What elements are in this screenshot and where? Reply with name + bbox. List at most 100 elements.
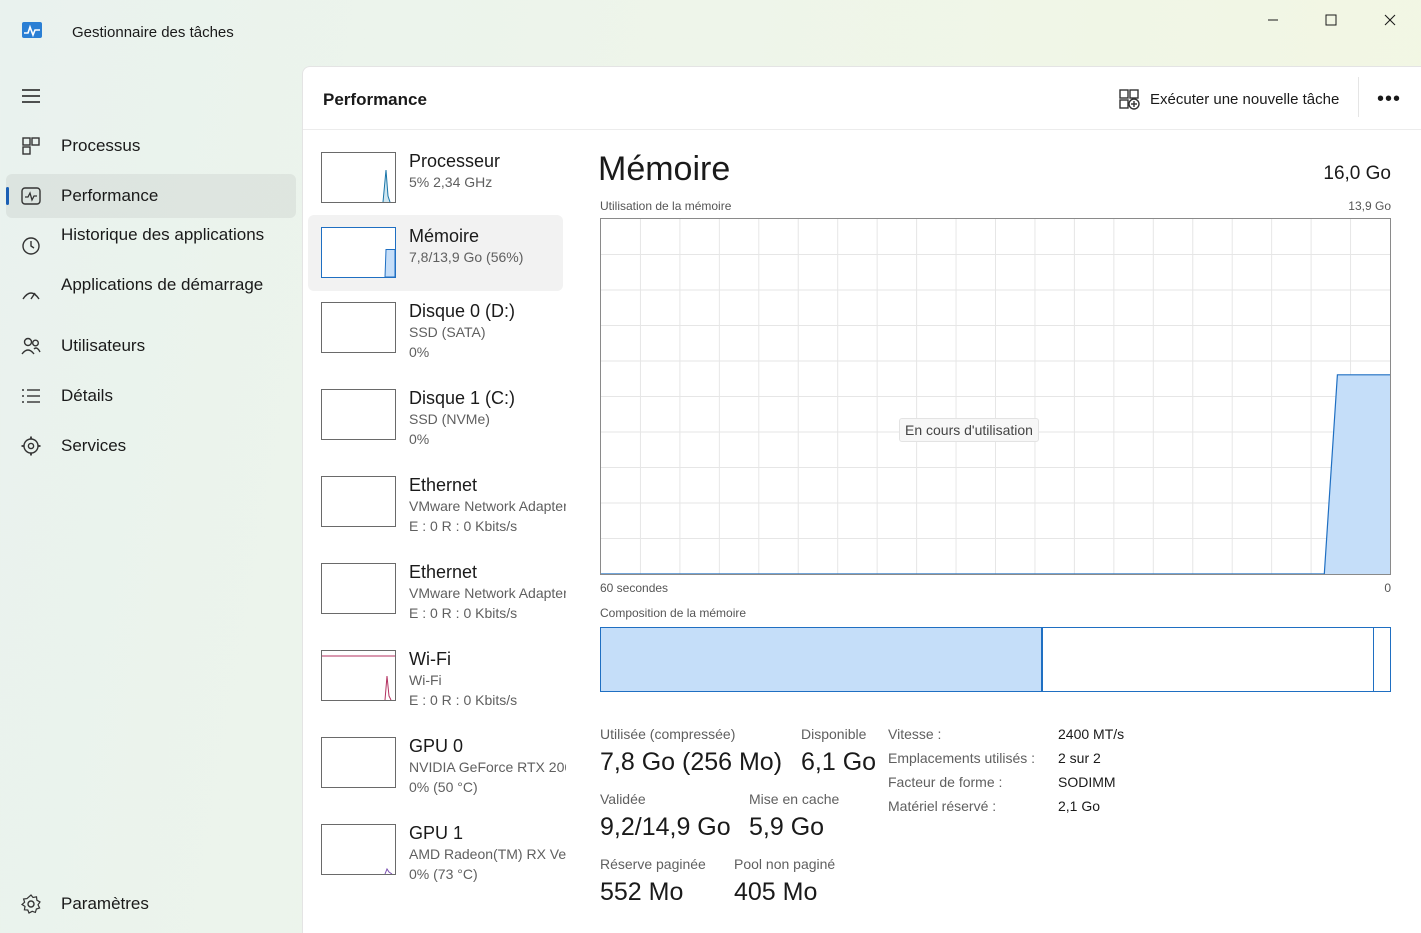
sidebar-item-parametres[interactable]: Paramètres bbox=[6, 882, 296, 926]
device-name: Disque 0 (D:) bbox=[409, 301, 516, 321]
sidebar-item-utilisateurs[interactable]: Utilisateurs bbox=[6, 324, 296, 368]
graph-axis-left: 60 secondes bbox=[600, 581, 669, 595]
device-item[interactable]: Processeur 5% 2,34 GHz bbox=[308, 140, 563, 216]
device-thumbnail-plot bbox=[322, 303, 395, 352]
device-item[interactable]: Wi-Fi Wi-Fi E : 0 R : 0 Kbits/s bbox=[308, 638, 563, 714]
device-detail: E : 0 R : 0 Kbits/s bbox=[409, 605, 518, 621]
sidebar-item-label: Paramètres bbox=[61, 894, 149, 913]
device-detail: 0% (50 °C) bbox=[409, 779, 478, 795]
device-item[interactable]: Disque 0 (D:) SSD (SATA) 0% bbox=[308, 290, 563, 366]
services-puzzle-icon bbox=[21, 436, 41, 456]
stat-available-label: Disponible bbox=[801, 726, 867, 742]
processes-grid-icon bbox=[22, 137, 40, 155]
task-manager-app-icon bbox=[22, 22, 42, 38]
device-thumbnail-graph bbox=[321, 152, 396, 203]
device-subtitle: SSD (SATA) bbox=[409, 324, 486, 340]
device-name: GPU 0 bbox=[409, 736, 464, 756]
users-icon bbox=[21, 337, 41, 355]
device-subtitle: AMD Radeon(TM) RX Vega bbox=[409, 846, 566, 862]
prop-reserved-label: Matériel réservé : bbox=[888, 798, 997, 814]
sidebar: Processus Performance Historique des app… bbox=[0, 64, 302, 933]
title-bar: Gestionnaire des tâches bbox=[0, 0, 1421, 64]
graph-tooltip: En cours d'utilisation bbox=[899, 418, 1039, 442]
device-item[interactable]: GPU 0 NVIDIA GeForce RTX 2060 0% (50 °C) bbox=[308, 725, 566, 801]
stat-paged-pool-value: 552 Mo bbox=[600, 878, 684, 906]
settings-gear-icon bbox=[21, 894, 41, 914]
device-detail: 0% bbox=[409, 431, 430, 447]
prop-form-factor-value: SODIMM bbox=[1058, 774, 1116, 790]
prop-speed-label: Vitesse : bbox=[888, 726, 942, 742]
sidebar-item-label: Applications de démarrage bbox=[61, 275, 264, 294]
composition-label: Composition de la mémoire bbox=[600, 606, 747, 620]
page-header: Performance Exécuter une nouvelle tâche … bbox=[303, 67, 1421, 130]
device-thumbnail-plot bbox=[322, 655, 395, 700]
device-subtitle: Wi-Fi bbox=[409, 672, 442, 688]
sidebar-item-label: Détails bbox=[61, 386, 113, 405]
stat-cached-label: Mise en cache bbox=[749, 791, 840, 807]
sidebar-item-details[interactable]: Détails bbox=[6, 374, 296, 418]
device-name: Wi-Fi bbox=[409, 649, 451, 669]
hamburger-menu-icon[interactable] bbox=[20, 84, 42, 108]
sidebar-item-historique[interactable]: Historique des applications bbox=[6, 224, 296, 268]
prop-form-factor-label: Facteur de forme : bbox=[888, 774, 1003, 790]
more-options-button[interactable]: ••• bbox=[1375, 85, 1403, 113]
memory-usage-chart bbox=[601, 219, 1390, 574]
device-thumbnail-plot bbox=[322, 564, 395, 613]
sidebar-item-label: Processus bbox=[61, 136, 141, 155]
maximize-button[interactable] bbox=[1311, 8, 1351, 32]
usage-graph-label: Utilisation de la mémoire bbox=[600, 199, 732, 213]
device-item[interactable]: Ethernet VMware Network Adapter E : 0 R : … bbox=[308, 551, 566, 627]
device-thumbnail-graph bbox=[321, 563, 396, 614]
stat-used-value: 7,8 Go (256 Mo) bbox=[600, 748, 783, 776]
minimize-button[interactable] bbox=[1253, 8, 1293, 32]
device-item[interactable]: Ethernet VMware Network Adapter E : 0 R : … bbox=[308, 464, 566, 540]
device-item[interactable]: Mémoire 7,8/13,9 Go (56%) bbox=[308, 215, 563, 291]
device-thumbnail-plot bbox=[322, 390, 395, 439]
device-thumbnail-plot bbox=[384, 249, 395, 277]
gpu-thumbnail-line bbox=[384, 867, 393, 874]
device-thumbnail-graph bbox=[321, 389, 396, 440]
prop-speed-value: 2400 MT/s bbox=[1058, 726, 1125, 742]
device-thumbnail-graph bbox=[321, 302, 396, 353]
device-detail: 0% (73 °C) bbox=[409, 866, 478, 882]
device-detail: E : 0 R : 0 Kbits/s bbox=[409, 518, 518, 534]
run-new-task-button[interactable]: Exécuter une nouvelle tâche bbox=[1118, 85, 1339, 113]
detail-title: Mémoire bbox=[598, 150, 731, 188]
device-name: GPU 1 bbox=[409, 823, 464, 843]
sidebar-item-services[interactable]: Services bbox=[6, 424, 296, 468]
device-thumbnail-plot bbox=[322, 477, 395, 526]
prop-reserved-value: 2,1 Go bbox=[1058, 798, 1101, 814]
stat-paged-pool-label: Réserve paginée bbox=[600, 856, 706, 872]
device-item[interactable]: GPU 1 AMD Radeon(TM) RX Vega 0% (73 °C) bbox=[308, 812, 566, 888]
minimize-icon bbox=[1268, 19, 1278, 21]
sidebar-item-demarrage[interactable]: Applications de démarrage bbox=[6, 274, 296, 318]
device-thumbnail-plot bbox=[322, 738, 395, 787]
sidebar-item-processus[interactable]: Processus bbox=[6, 124, 296, 168]
sidebar-item-performance[interactable]: Performance bbox=[6, 174, 296, 218]
run-new-task-label: Exécuter une nouvelle tâche bbox=[1150, 90, 1340, 108]
sidebar-item-label: Historique des applications bbox=[61, 225, 265, 244]
stat-nonpaged-pool-label: Pool non paginé bbox=[734, 856, 836, 872]
device-name: Processeur bbox=[409, 151, 501, 171]
device-item[interactable]: Disque 1 (C:) SSD (NVMe) 0% bbox=[308, 377, 563, 453]
device-subtitle: VMware Network Adapter bbox=[409, 585, 566, 601]
stat-committed-value: 9,2/14,9 Go bbox=[600, 813, 731, 841]
sidebar-item-label: Services bbox=[61, 436, 127, 455]
window-title: Gestionnaire des tâches bbox=[72, 24, 234, 41]
cpu-thumbnail-line bbox=[382, 169, 391, 202]
device-thumbnail-graph bbox=[321, 650, 396, 701]
device-name: Mémoire bbox=[409, 226, 480, 246]
device-thumbnail-plot bbox=[382, 169, 391, 202]
close-button[interactable] bbox=[1370, 8, 1410, 32]
stat-committed-label: Validée bbox=[600, 791, 646, 807]
stat-nonpaged-pool-value: 405 Mo bbox=[734, 878, 818, 906]
startup-gauge-icon bbox=[22, 292, 40, 300]
device-name: Ethernet bbox=[409, 475, 478, 495]
device-name: Ethernet bbox=[409, 562, 478, 582]
device-subtitle: NVIDIA GeForce RTX 2060 bbox=[409, 759, 566, 775]
memory-thumbnail-area bbox=[384, 249, 395, 277]
device-name: Disque 1 (C:) bbox=[409, 388, 516, 408]
header-divider bbox=[1358, 77, 1359, 117]
device-thumbnail-graph bbox=[321, 824, 396, 875]
device-thumbnail-graph bbox=[321, 227, 396, 278]
